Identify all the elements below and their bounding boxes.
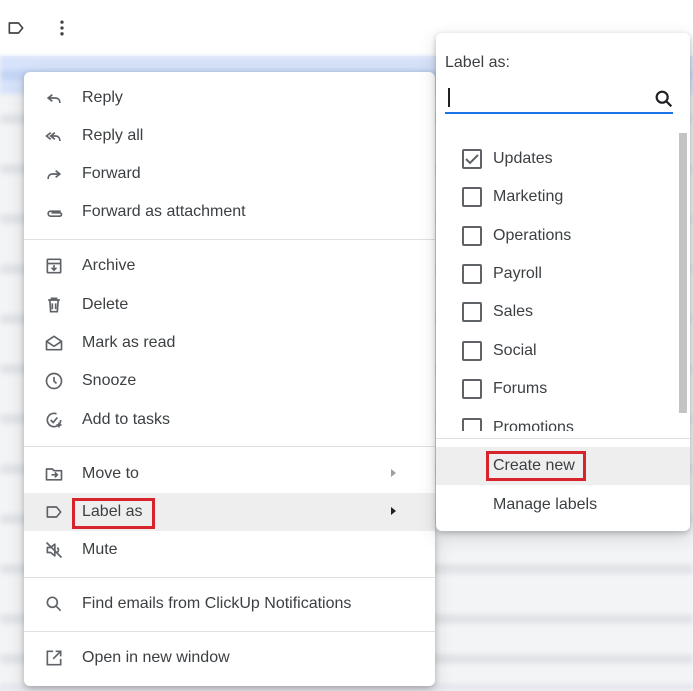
add-tasks-item[interactable]: Add to tasks [24,401,435,439]
forward-item[interactable]: Forward [24,155,435,193]
label-option-sales[interactable]: Sales [436,292,676,330]
forward-label: Forward [82,165,141,182]
checkbox[interactable] [462,226,482,246]
label-option-name: Payroll [493,265,542,282]
menu-divider [24,577,435,578]
manage-labels-label: Manage labels [493,496,598,513]
label-option-name: Operations [493,227,572,244]
label-option-name: Updates [493,150,553,167]
move-to-label: Move to [82,465,139,482]
label-as-highlight [72,498,155,529]
search-icon [46,596,62,612]
archive-item[interactable]: Archive [24,247,435,285]
menu-divider [24,446,435,447]
checkbox[interactable] [462,379,482,399]
snooze-item[interactable]: Snooze [24,362,435,400]
checkbox[interactable] [462,264,482,284]
reply-all-item[interactable]: Reply all [24,117,435,155]
mute-label: Mute [82,541,118,558]
delete-label: Delete [82,296,129,313]
mark-read-item[interactable]: Mark as read [24,324,435,362]
reply-item[interactable]: Reply [24,79,435,117]
label-option-forums[interactable]: Forums [436,369,676,407]
label-search-input[interactable] [445,84,673,114]
submenu-arrow-icon [391,507,396,515]
label-option-name: Sales [493,303,534,320]
forward-attachment-item[interactable]: Forward as attachment [24,193,435,231]
forward-attachment-label: Forward as attachment [82,203,246,220]
context-menu: Reply Reply all Forward Forward as attac… [24,72,435,686]
label-option-payroll[interactable]: Payroll [436,254,676,292]
menu-divider [24,239,435,240]
mark-read-icon [45,335,63,351]
reply-all-icon [45,132,61,141]
submenu-arrow-icon [391,469,396,477]
menu-divider [436,438,690,439]
label-option-name: Marketing [493,188,564,205]
add-tasks-label: Add to tasks [82,411,171,428]
label-icon [46,506,62,518]
add-task-icon [46,412,62,428]
label-list: Updates Marketing Operations Payroll Sal… [436,133,690,431]
attachment-icon [47,210,63,217]
delete-item[interactable]: Delete [24,286,435,324]
label-option-operations[interactable]: Operations [436,216,676,254]
label-option-updates[interactable]: Updates [436,139,676,177]
checkbox[interactable] [462,187,482,207]
label-option-promotions[interactable]: Promotions [436,408,676,431]
find-emails-item[interactable]: Find emails from ClickUp Notifications [24,585,435,623]
check-icon [465,154,479,165]
label-option-name: Social [493,342,537,359]
mute-icon [45,541,63,559]
snooze-label: Snooze [82,372,137,389]
move-to-item[interactable]: Move to [24,455,435,493]
text-cursor [448,88,450,107]
label-list-scrollbar[interactable] [679,133,689,413]
archive-icon [46,258,62,274]
search-icon[interactable] [653,88,675,110]
reply-label: Reply [82,89,123,106]
manage-labels-item[interactable]: Manage labels [436,486,690,524]
move-to-icon [45,468,63,481]
create-new-highlight [486,451,586,481]
archive-label: Archive [82,257,136,274]
mute-item[interactable]: Mute [24,531,435,569]
checkbox[interactable] [462,341,482,361]
scrollbar-thumb[interactable] [679,133,687,413]
label-menu-title: Label as: [445,54,510,71]
open-window-item[interactable]: Open in new window [24,639,435,677]
reply-icon [46,94,61,103]
label-option-name: Promotions [493,419,574,431]
label-option-name: Forums [493,380,548,397]
menu-divider [24,631,435,632]
label-icon[interactable] [4,16,28,40]
label-option-marketing[interactable]: Marketing [436,177,676,215]
open-in-new-icon [46,650,62,666]
trash-icon [48,297,60,313]
forward-icon [47,170,62,179]
label-option-social[interactable]: Social [436,331,676,369]
label-as-submenu: Label as: Updates Marketing Operations P… [436,33,690,531]
checkbox[interactable] [462,302,482,322]
clock-icon [45,372,63,390]
open-window-label: Open in new window [82,649,230,666]
more-vert-icon[interactable] [50,16,74,40]
checkbox-checked[interactable] [462,149,482,169]
find-emails-label: Find emails from ClickUp Notifications [82,595,352,612]
reply-all-label: Reply all [82,127,144,144]
mark-read-label: Mark as read [82,334,176,351]
checkbox[interactable] [462,418,482,431]
